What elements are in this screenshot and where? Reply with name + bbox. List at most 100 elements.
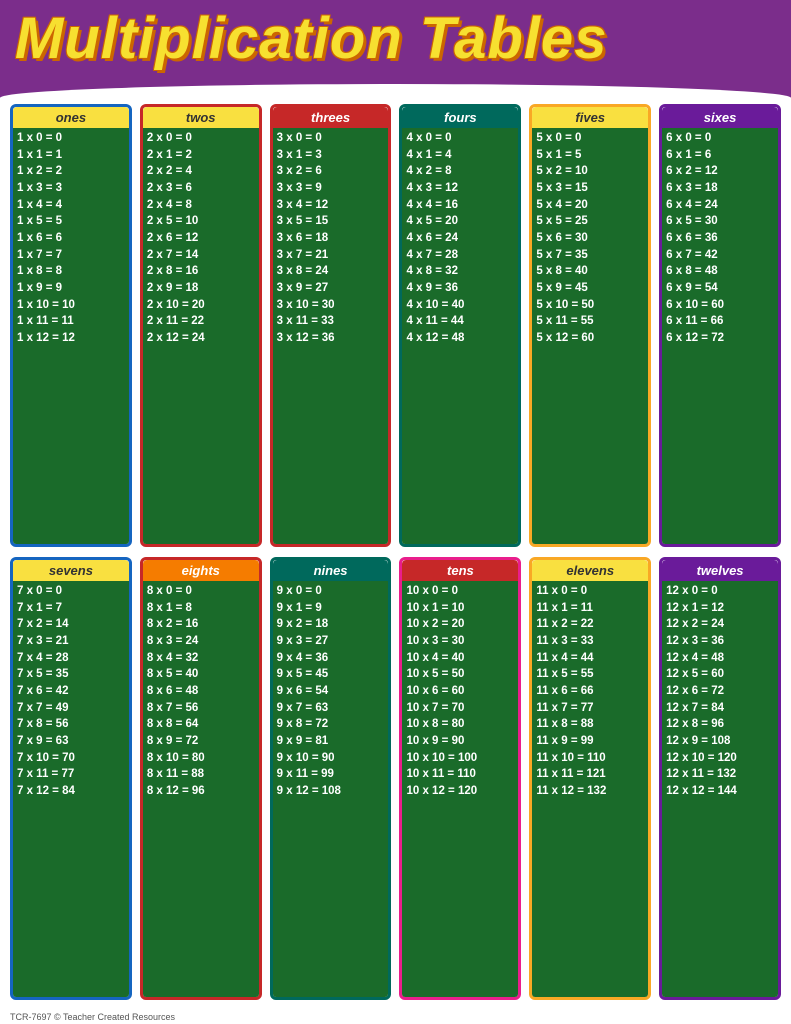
table-row: 1 x 0 = 0 — [17, 130, 125, 147]
table-header-eights: eights — [143, 560, 259, 581]
table-card-twos: twos2 x 0 = 02 x 1 = 22 x 2 = 42 x 3 = 6… — [140, 104, 262, 547]
table-row: 11 x 1 = 11 — [536, 600, 644, 617]
table-row: 12 x 0 = 0 — [666, 583, 774, 600]
table-row: 5 x 11 = 55 — [536, 313, 644, 330]
table-row: 9 x 1 = 9 — [277, 600, 385, 617]
table-row: 11 x 11 = 121 — [536, 766, 644, 783]
table-row: 6 x 7 = 42 — [666, 247, 774, 264]
table-row: 4 x 1 = 4 — [406, 147, 514, 164]
table-row: 9 x 12 = 108 — [277, 783, 385, 800]
table-row: 8 x 4 = 32 — [147, 650, 255, 667]
table-row: 3 x 9 = 27 — [277, 280, 385, 297]
table-row: 2 x 9 = 18 — [147, 280, 255, 297]
table-row: 12 x 4 = 48 — [666, 650, 774, 667]
table-row: 9 x 9 = 81 — [277, 733, 385, 750]
table-header-twos: twos — [143, 107, 259, 128]
table-row: 7 x 8 = 56 — [17, 716, 125, 733]
table-row: 12 x 3 = 36 — [666, 633, 774, 650]
table-row: 1 x 5 = 5 — [17, 213, 125, 230]
table-row: 4 x 9 = 36 — [406, 280, 514, 297]
table-row: 10 x 9 = 90 — [406, 733, 514, 750]
table-row: 5 x 0 = 0 — [536, 130, 644, 147]
table-body-fours: 4 x 0 = 04 x 1 = 44 x 2 = 84 x 3 = 124 x… — [402, 128, 518, 544]
table-body-eights: 8 x 0 = 08 x 1 = 88 x 2 = 168 x 3 = 248 … — [143, 581, 259, 997]
table-row: 6 x 0 = 0 — [666, 130, 774, 147]
table-row: 2 x 3 = 6 — [147, 180, 255, 197]
table-card-fives: fives5 x 0 = 05 x 1 = 55 x 2 = 105 x 3 =… — [529, 104, 651, 547]
table-row: 3 x 10 = 30 — [277, 297, 385, 314]
table-header-sixes: sixes — [662, 107, 778, 128]
table-row: 5 x 10 = 50 — [536, 297, 644, 314]
table-row: 5 x 7 = 35 — [536, 247, 644, 264]
table-row: 11 x 6 = 66 — [536, 683, 644, 700]
table-row: 7 x 0 = 0 — [17, 583, 125, 600]
table-row: 9 x 6 = 54 — [277, 683, 385, 700]
table-row: 5 x 3 = 15 — [536, 180, 644, 197]
table-header-threes: threes — [273, 107, 389, 128]
table-row: 4 x 5 = 20 — [406, 213, 514, 230]
table-row: 2 x 10 = 20 — [147, 297, 255, 314]
table-row: 4 x 6 = 24 — [406, 230, 514, 247]
table-row: 5 x 12 = 60 — [536, 330, 644, 347]
table-header-tens: tens — [402, 560, 518, 581]
table-body-twelves: 12 x 0 = 012 x 1 = 1212 x 2 = 2412 x 3 =… — [662, 581, 778, 997]
page: Multiplication Tables ones1 x 0 = 01 x 1… — [0, 0, 791, 1024]
table-row: 4 x 3 = 12 — [406, 180, 514, 197]
table-row: 3 x 5 = 15 — [277, 213, 385, 230]
table-row: 6 x 12 = 72 — [666, 330, 774, 347]
table-row: 2 x 4 = 8 — [147, 197, 255, 214]
table-row: 6 x 3 = 18 — [666, 180, 774, 197]
table-row: 11 x 9 = 99 — [536, 733, 644, 750]
table-row: 10 x 1 = 10 — [406, 600, 514, 617]
table-row: 10 x 6 = 60 — [406, 683, 514, 700]
table-card-threes: threes3 x 0 = 03 x 1 = 33 x 2 = 63 x 3 =… — [270, 104, 392, 547]
table-body-twos: 2 x 0 = 02 x 1 = 22 x 2 = 42 x 3 = 62 x … — [143, 128, 259, 544]
table-row: 2 x 12 = 24 — [147, 330, 255, 347]
table-row: 10 x 11 = 110 — [406, 766, 514, 783]
table-row: 9 x 0 = 0 — [277, 583, 385, 600]
table-row: 8 x 9 = 72 — [147, 733, 255, 750]
table-row: 1 x 8 = 8 — [17, 263, 125, 280]
table-header-elevens: elevens — [532, 560, 648, 581]
table-row: 7 x 4 = 28 — [17, 650, 125, 667]
table-row: 3 x 6 = 18 — [277, 230, 385, 247]
table-row: 5 x 9 = 45 — [536, 280, 644, 297]
table-row: 10 x 8 = 80 — [406, 716, 514, 733]
table-row: 2 x 8 = 16 — [147, 263, 255, 280]
table-row: 8 x 11 = 88 — [147, 766, 255, 783]
table-row: 8 x 8 = 64 — [147, 716, 255, 733]
table-row: 5 x 8 = 40 — [536, 263, 644, 280]
table-row: 1 x 9 = 9 — [17, 280, 125, 297]
table-header-ones: ones — [13, 107, 129, 128]
table-row: 7 x 7 = 49 — [17, 700, 125, 717]
table-row: 4 x 8 = 32 — [406, 263, 514, 280]
table-row: 3 x 0 = 0 — [277, 130, 385, 147]
table-row: 12 x 6 = 72 — [666, 683, 774, 700]
table-row: 10 x 0 = 0 — [406, 583, 514, 600]
table-row: 5 x 2 = 10 — [536, 163, 644, 180]
table-row: 1 x 1 = 1 — [17, 147, 125, 164]
table-row: 2 x 7 = 14 — [147, 247, 255, 264]
table-row: 10 x 3 = 30 — [406, 633, 514, 650]
table-row: 11 x 5 = 55 — [536, 666, 644, 683]
table-body-sevens: 7 x 0 = 07 x 1 = 77 x 2 = 147 x 3 = 217 … — [13, 581, 129, 997]
table-row: 9 x 7 = 63 — [277, 700, 385, 717]
table-row: 9 x 4 = 36 — [277, 650, 385, 667]
table-row: 2 x 6 = 12 — [147, 230, 255, 247]
table-row: 3 x 12 = 36 — [277, 330, 385, 347]
table-row: 12 x 5 = 60 — [666, 666, 774, 683]
table-header-fours: fours — [402, 107, 518, 128]
table-row: 4 x 2 = 8 — [406, 163, 514, 180]
table-row: 3 x 2 = 6 — [277, 163, 385, 180]
table-row: 1 x 2 = 2 — [17, 163, 125, 180]
table-header-twelves: twelves — [662, 560, 778, 581]
table-card-nines: nines9 x 0 = 09 x 1 = 99 x 2 = 189 x 3 =… — [270, 557, 392, 1000]
table-row: 8 x 5 = 40 — [147, 666, 255, 683]
table-row: 12 x 8 = 96 — [666, 716, 774, 733]
table-row: 3 x 1 = 3 — [277, 147, 385, 164]
table-row: 7 x 12 = 84 — [17, 783, 125, 800]
table-header-sevens: sevens — [13, 560, 129, 581]
table-row: 5 x 6 = 30 — [536, 230, 644, 247]
table-row: 8 x 3 = 24 — [147, 633, 255, 650]
header-wave — [0, 80, 791, 98]
